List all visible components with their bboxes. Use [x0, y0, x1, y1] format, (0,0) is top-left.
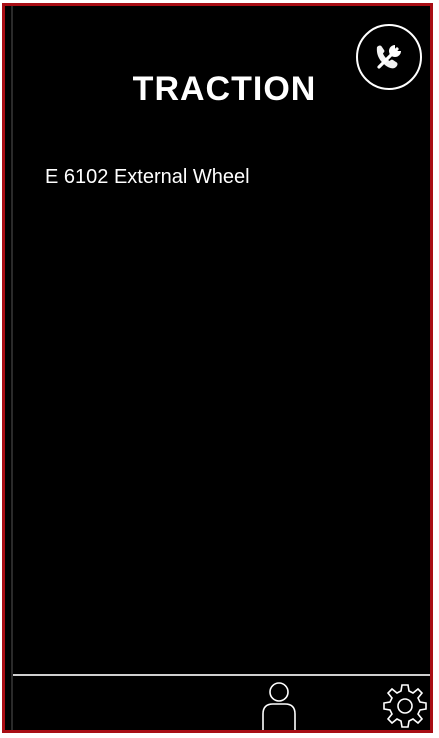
- app-window: TRACTION E 6102 External Wheel: [2, 3, 433, 733]
- left-edge-divider: [11, 6, 13, 730]
- person-icon: [262, 682, 296, 730]
- gear-icon: [383, 684, 427, 728]
- support-button[interactable]: [356, 24, 422, 90]
- phone-wrench-icon: [376, 45, 401, 69]
- bottom-toolbar: [13, 674, 430, 730]
- list-item[interactable]: E 6102 External Wheel: [45, 166, 250, 189]
- settings-button[interactable]: [382, 682, 428, 728]
- profile-button[interactable]: [259, 680, 299, 730]
